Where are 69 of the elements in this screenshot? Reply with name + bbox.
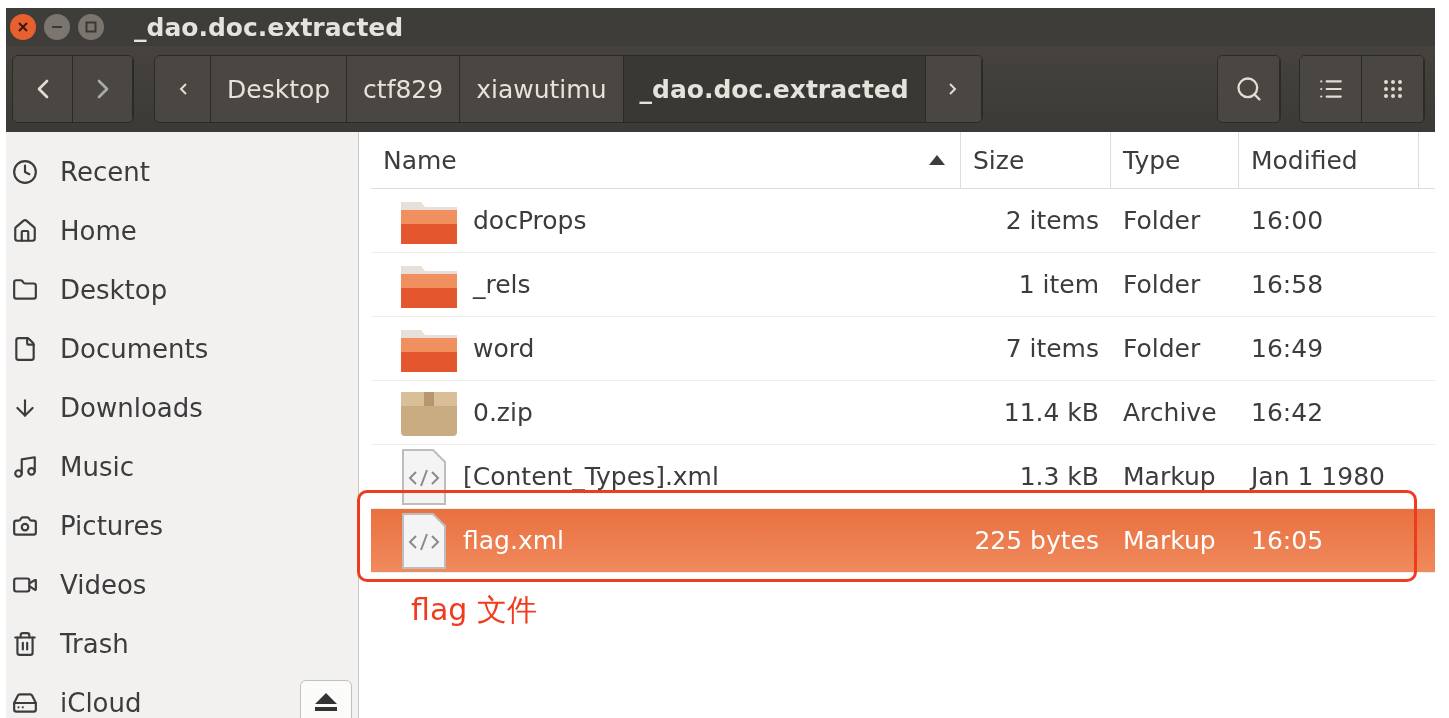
forward-button[interactable] (73, 56, 133, 122)
window-title: _dao.doc.extracted (134, 12, 404, 42)
path-segment[interactable]: ctf829 (347, 56, 461, 122)
file-size: 2 items (1004, 206, 1100, 235)
modified-time: 16:42 (1250, 398, 1325, 427)
path-segment[interactable]: Desktop (211, 56, 348, 122)
maximize-button[interactable] (78, 14, 104, 40)
sidebar-item[interactable]: Downloads (6, 378, 358, 437)
folder-icon (12, 276, 38, 303)
file-size: 7 items (1004, 334, 1100, 363)
back-button[interactable] (13, 56, 73, 122)
clock-icon (12, 158, 38, 185)
sidebar-item[interactable]: Documents (6, 319, 358, 378)
chevron-right-icon (949, 83, 958, 95)
eject-button[interactable] (300, 680, 352, 718)
list-view-button[interactable] (1300, 56, 1362, 122)
trash-icon (12, 630, 38, 657)
file-name: [Content_Types].xml (463, 462, 719, 491)
file-type: Folder (1122, 270, 1202, 299)
modified-time: Jan 1 1980 (1248, 462, 1386, 491)
sidebar-item[interactable]: Trash (6, 614, 358, 673)
column-header[interactable]: Modified (1239, 132, 1419, 188)
sidebar-item[interactable]: Recent (6, 142, 358, 201)
file-name: _rels (473, 270, 531, 299)
file-type: Markup (1122, 462, 1217, 491)
column-header[interactable]: Type (1111, 132, 1239, 188)
grid-view-button[interactable] (1362, 56, 1424, 122)
modified-time: 16:49 (1250, 334, 1325, 363)
sidebar-item[interactable]: Home (6, 201, 358, 260)
file-name: 0.zip (473, 398, 533, 427)
file-name: flag.xml (463, 526, 564, 555)
annotation-text: flag 文件 (411, 591, 537, 629)
close-icon (17, 21, 29, 33)
file-type: Folder (1122, 206, 1202, 235)
modified-time: 16:05 (1250, 526, 1325, 555)
file-type: Markup (1122, 526, 1217, 555)
eject-icon (313, 692, 339, 712)
sort-ascending-icon (928, 154, 946, 166)
home-icon (12, 217, 38, 244)
file-name: word (473, 334, 535, 363)
sidebar-item[interactable]: Pictures (6, 496, 358, 555)
file-size: 1 item (1017, 270, 1100, 299)
document-icon (12, 335, 38, 362)
sidebar-item[interactable]: Desktop (6, 260, 358, 319)
file-type: Folder (1122, 334, 1202, 363)
modified-time: 16:58 (1250, 270, 1325, 299)
path-segment[interactable]: _dao.doc.extracted (623, 56, 926, 122)
path-segment[interactable]: xiawutimu (460, 56, 624, 122)
search-icon (1234, 75, 1263, 103)
minimize-button[interactable] (44, 14, 70, 40)
sidebar-item[interactable]: iCloud (6, 673, 358, 718)
sidebar-item[interactable]: Videos (6, 555, 358, 614)
file-size: 11.4 kB (1002, 398, 1100, 427)
close-button[interactable] (10, 14, 36, 40)
sidebar-item[interactable]: Music (6, 437, 358, 496)
music-icon (12, 453, 38, 480)
maximize-icon (85, 21, 97, 33)
scroll-right-button[interactable] (925, 56, 982, 122)
column-header[interactable]: Size (961, 132, 1111, 188)
file-type: Archive (1122, 398, 1218, 427)
file-size: 1.3 kB (1018, 462, 1100, 491)
file-name: docProps (473, 206, 587, 235)
column-header[interactable]: Name (371, 132, 961, 188)
code-file-icon (399, 511, 449, 570)
code-file-icon (399, 447, 449, 506)
search-button[interactable] (1218, 56, 1280, 122)
chevron-left-icon (178, 83, 187, 95)
file-size: 225 bytes (973, 526, 1100, 555)
modified-time: 16:00 (1250, 206, 1325, 235)
